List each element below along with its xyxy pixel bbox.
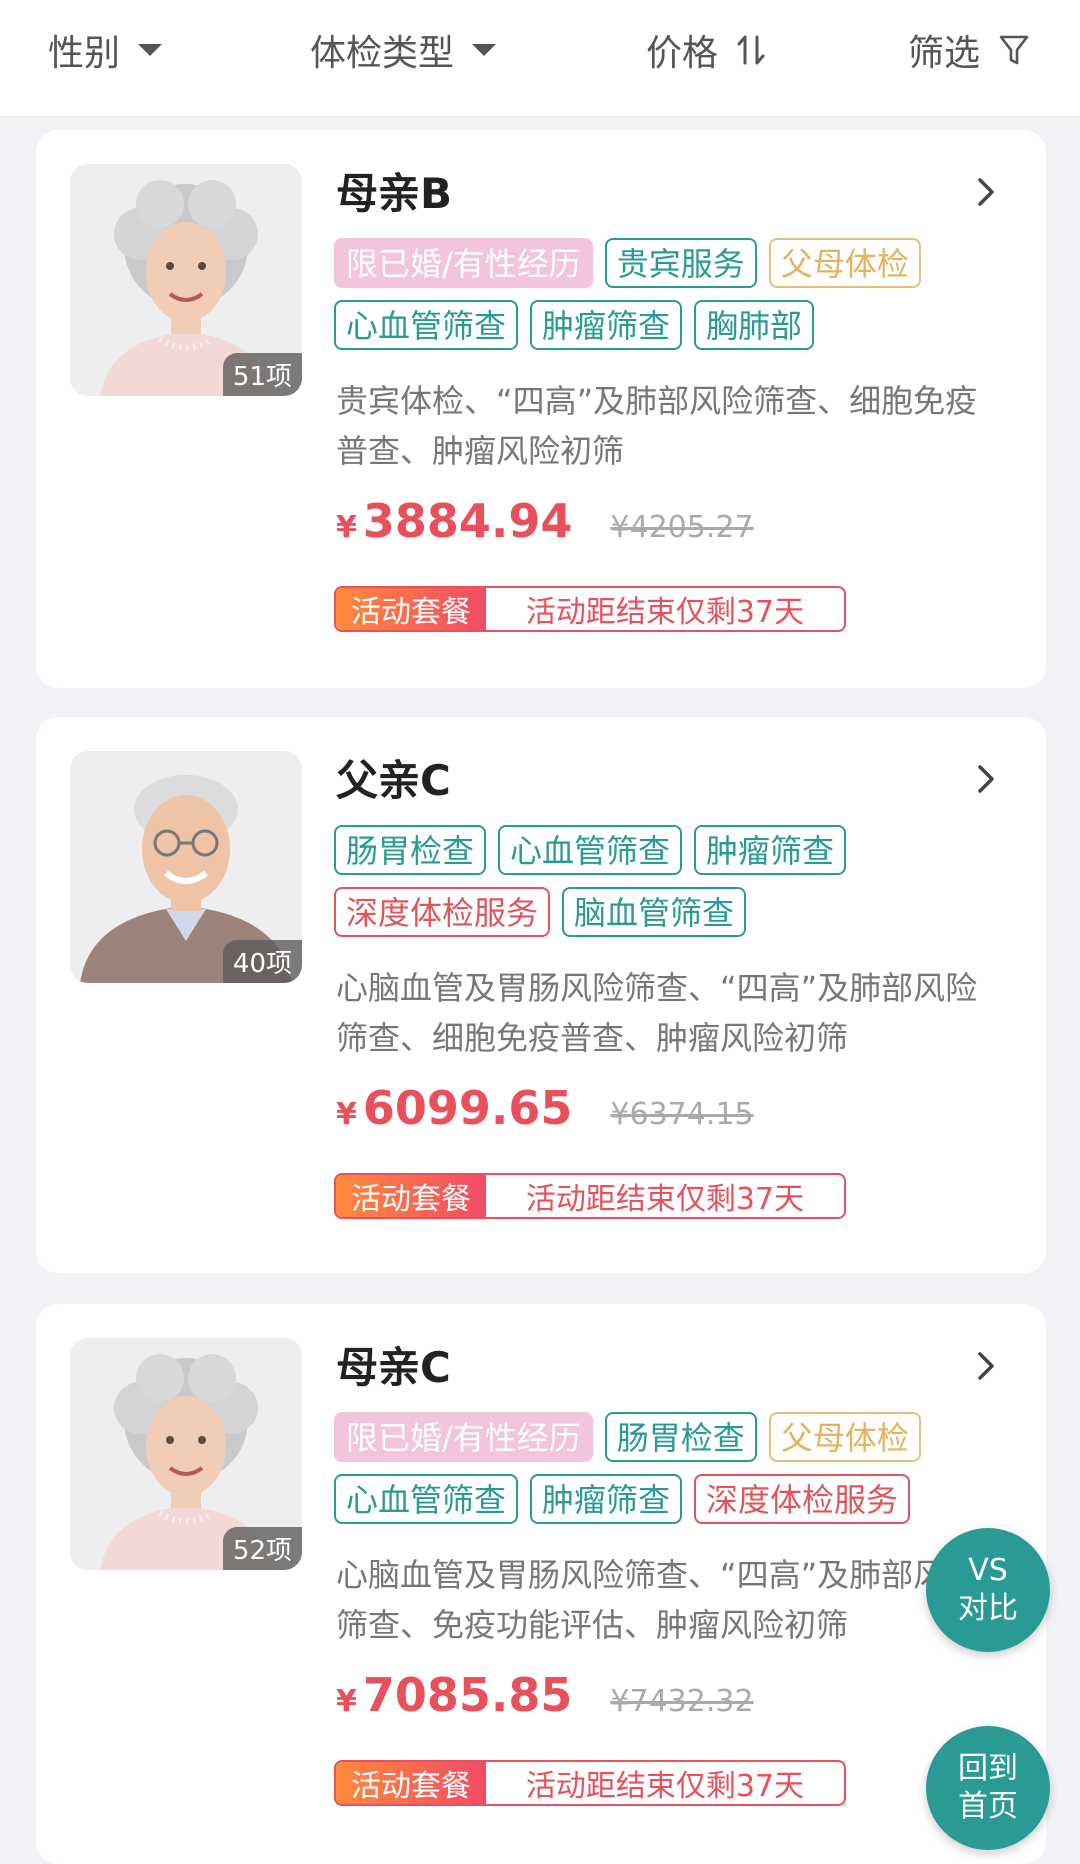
exam-type-filter-label: 体检类型	[310, 33, 455, 74]
chevron-right-icon[interactable]	[972, 174, 1000, 210]
package-tag: 脑血管筛查	[562, 887, 747, 937]
promotion-banner: 活动套餐 活动距结束仅剩37天	[334, 1760, 846, 1806]
package-avatar: 40项	[70, 751, 302, 983]
caret-down-icon	[138, 44, 163, 56]
package-tag: 肿瘤筛查	[530, 300, 683, 350]
currency-symbol: ¥	[336, 510, 357, 545]
price-row: ¥6099.65 ¥6374.15	[336, 1081, 754, 1135]
package-avatar: 51项	[70, 164, 302, 396]
package-tag: 限已婚/有性经历	[334, 238, 593, 288]
item-count-badge: 52项	[222, 1527, 302, 1570]
filter-bar: 性别 体检类型 价格 筛选	[0, 0, 1080, 117]
promo-countdown: 活动距结束仅剩37天	[525, 1182, 805, 1217]
filter-button-label: 筛选	[908, 33, 981, 74]
package-avatar: 52项	[70, 1338, 302, 1570]
tag-list: 肠胃检查 心血管筛查 肿瘤筛查深度体检服务 脑血管筛查	[334, 825, 974, 937]
package-tag: 胸肺部	[694, 300, 815, 350]
chevron-right-icon[interactable]	[972, 761, 1000, 797]
promo-countdown: 活动距结束仅剩37天	[525, 1769, 805, 1804]
current-price: 7085.85	[362, 1668, 573, 1722]
price-sort-label: 价格	[646, 33, 719, 74]
compare-line2: 对比	[958, 1591, 1018, 1626]
promotion-banner: 活动套餐 活动距结束仅剩37天	[334, 586, 846, 632]
package-tag: 肠胃检查	[334, 825, 487, 875]
original-price: ¥7432.32	[610, 1684, 754, 1719]
tag-list: 限已婚/有性经历 肠胃检查 父母体检心血管筛查 肿瘤筛查 深度体检服务	[334, 1412, 974, 1524]
home-line2: 首页	[958, 1789, 1018, 1824]
filter-button[interactable]: 筛选	[908, 0, 1030, 100]
promo-countdown: 活动距结束仅剩37天	[525, 595, 805, 630]
gender-filter[interactable]: 性别	[48, 0, 163, 100]
currency-symbol: ¥	[336, 1684, 357, 1719]
item-count-badge: 40项	[222, 940, 302, 983]
exam-type-filter[interactable]: 体检类型	[310, 0, 497, 100]
package-tag: 限已婚/有性经历	[334, 1412, 593, 1462]
home-line1: 回到	[958, 1751, 1018, 1786]
package-description: 心脑血管及胃肠风险筛查、“四高”及肺部风险筛查、细胞免疫普查、肿瘤风险初筛	[336, 969, 978, 1057]
promo-tag: 活动套餐	[336, 588, 486, 630]
price-sort[interactable]: 价格	[646, 0, 766, 100]
promo-tag: 活动套餐	[336, 1762, 486, 1804]
back-home-button[interactable]: 回到 首页	[926, 1726, 1050, 1850]
current-price: 3884.94	[362, 494, 573, 548]
funnel-icon	[998, 33, 1030, 67]
package-tag: 父母体检	[768, 1412, 921, 1462]
current-price: 6099.65	[362, 1081, 573, 1135]
package-tag: 深度体检服务	[334, 887, 551, 937]
package-title: 母亲B	[336, 169, 453, 218]
package-card[interactable]: 40项 父亲C 肠胃检查 心血管筛查 肿瘤筛查深度体检服务 脑血管筛查心脑血管及胃肠风险筛…	[36, 717, 1046, 1273]
gender-filter-label: 性别	[48, 33, 121, 74]
package-tag: 心血管筛查	[334, 1474, 519, 1524]
package-tag: 肿瘤筛查	[530, 1474, 683, 1524]
price-row: ¥3884.94 ¥4205.27	[336, 494, 754, 548]
compare-line1: VS	[968, 1553, 1008, 1588]
sort-icon	[736, 33, 766, 67]
package-description: 心脑血管及胃肠风险筛查、“四高”及肺部风险筛查、免疫功能评估、肿瘤风险初筛	[336, 1556, 978, 1644]
package-description: 贵宾体检、“四高”及肺部风险筛查、细胞免疫普查、肿瘤风险初筛	[336, 382, 978, 470]
currency-symbol: ¥	[336, 1097, 357, 1132]
package-title: 母亲C	[336, 1343, 451, 1392]
package-tag: 贵宾服务	[604, 238, 757, 288]
package-title: 父亲C	[336, 756, 451, 805]
promo-tag: 活动套餐	[336, 1175, 486, 1217]
package-card[interactable]: 52项 母亲C 限已婚/有性经历 肠胃检查 父母体检心血管筛查 肿瘤筛查 深度体检服务心脑血…	[36, 1304, 1046, 1864]
package-tag: 肠胃检查	[604, 1412, 757, 1462]
original-price: ¥6374.15	[610, 1097, 754, 1132]
price-row: ¥7085.85 ¥7432.32	[336, 1668, 754, 1722]
package-tag: 肿瘤筛查	[694, 825, 847, 875]
caret-down-icon	[472, 44, 497, 56]
promotion-banner: 活动套餐 活动距结束仅剩37天	[334, 1173, 846, 1219]
package-card[interactable]: 51项 母亲B 限已婚/有性经历 贵宾服务 父母体检心血管筛查 肿瘤筛查 胸肺部贵宾体检、“…	[36, 130, 1046, 688]
tag-list: 限已婚/有性经历 贵宾服务 父母体检心血管筛查 肿瘤筛查 胸肺部	[334, 238, 974, 350]
compare-button[interactable]: VS 对比	[926, 1528, 1050, 1652]
chevron-right-icon[interactable]	[972, 1348, 1000, 1384]
original-price: ¥4205.27	[610, 510, 754, 545]
package-tag: 深度体检服务	[694, 1474, 911, 1524]
package-tag: 心血管筛查	[498, 825, 683, 875]
package-tag: 父母体检	[768, 238, 921, 288]
package-tag: 心血管筛查	[334, 300, 519, 350]
item-count-badge: 51项	[222, 353, 302, 396]
